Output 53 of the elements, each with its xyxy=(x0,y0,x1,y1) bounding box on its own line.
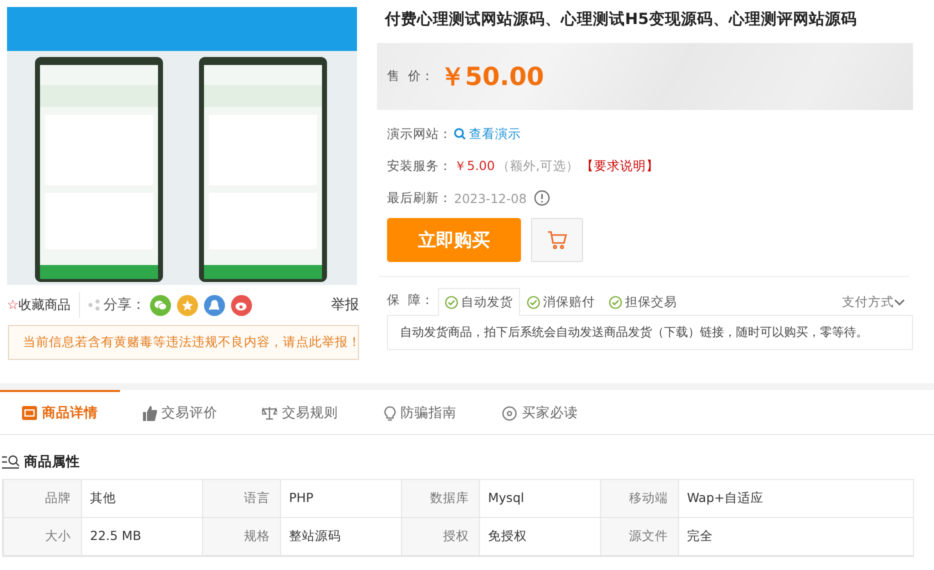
favorite-share-icon[interactable] xyxy=(176,294,198,316)
demo-link[interactable]: 查看演示 xyxy=(454,126,521,142)
attribute-name: 大小 xyxy=(3,518,81,556)
service-note: （额外,可选） xyxy=(496,158,579,174)
attribute-name: 数据库 xyxy=(401,480,479,518)
attribute-value: Wap+自适应 xyxy=(678,480,913,518)
detail-tab[interactable]: 买家必读 xyxy=(480,390,600,434)
list-search-icon xyxy=(2,454,20,470)
guarantee-tab[interactable]: 消保赔付 xyxy=(520,288,602,316)
notice-text: 当前信息若含有黄赌毒等违法违规不良内容，请点此举报！ xyxy=(23,334,361,351)
guarantee-tab[interactable]: 担保交易 xyxy=(602,288,684,316)
attribute-name: 移动端 xyxy=(600,480,678,518)
scale-icon xyxy=(262,406,277,420)
attribute-name: 源文件 xyxy=(600,518,678,556)
attribute-value: 完全 xyxy=(678,518,913,556)
detail-tab[interactable]: 交易规则 xyxy=(240,390,360,434)
field-label: 演示网站： xyxy=(387,126,452,142)
requirements-link[interactable]: 【要求说明】 xyxy=(580,158,659,174)
info-icon xyxy=(534,190,550,206)
section-title: 商品属性 xyxy=(24,453,80,471)
price-value: ￥50.00 xyxy=(440,61,544,93)
guarantee-label: 保 障： xyxy=(387,292,434,309)
cart-icon xyxy=(547,231,567,249)
guarantee-description: 自动发货商品，拍下后系统会自动发送商品发货（下载）链接，随时可以购买，零等待。 xyxy=(387,315,913,350)
check-circle-icon xyxy=(444,296,458,309)
search-icon xyxy=(454,128,466,140)
target-icon xyxy=(502,406,517,420)
report-link[interactable]: 举报 xyxy=(331,296,359,314)
thumbs-up-icon xyxy=(142,406,156,420)
attribute-name: 语言 xyxy=(202,480,280,518)
detail-tab[interactable]: 防骗指南 xyxy=(360,390,480,434)
lightbulb-icon xyxy=(384,406,396,420)
field-label: 最后刷新： xyxy=(387,190,452,206)
favorite-link[interactable]: ☆收藏商品 xyxy=(7,296,71,314)
share-label: 分享： xyxy=(104,296,146,314)
attribute-name: 规格 xyxy=(202,518,280,556)
share-icon xyxy=(88,299,100,311)
check-circle-icon xyxy=(526,296,540,309)
document-icon xyxy=(22,406,37,420)
detail-tab[interactable]: 交易评价 xyxy=(120,390,240,434)
add-to-cart-button[interactable] xyxy=(531,218,583,262)
check-circle-icon xyxy=(608,296,622,309)
payment-method-dropdown[interactable]: 支付方式 xyxy=(842,294,905,315)
product-title: 付费心理测试网站源码、心理测试H5变现源码、心理测评网站源码 xyxy=(385,9,858,30)
service-price: ￥5.00 xyxy=(454,158,495,174)
attribute-name: 品牌 xyxy=(3,480,81,518)
price-label: 售 价： xyxy=(387,68,434,85)
field-label: 安装服务： xyxy=(387,158,452,174)
detail-tab[interactable]: 商品详情 xyxy=(0,390,120,434)
guarantee-tab[interactable]: 自动发货 xyxy=(438,288,520,316)
attribute-name: 授权 xyxy=(401,518,479,556)
chevron-down-icon xyxy=(894,299,905,306)
refresh-date: 2023-12-08 xyxy=(454,190,527,206)
